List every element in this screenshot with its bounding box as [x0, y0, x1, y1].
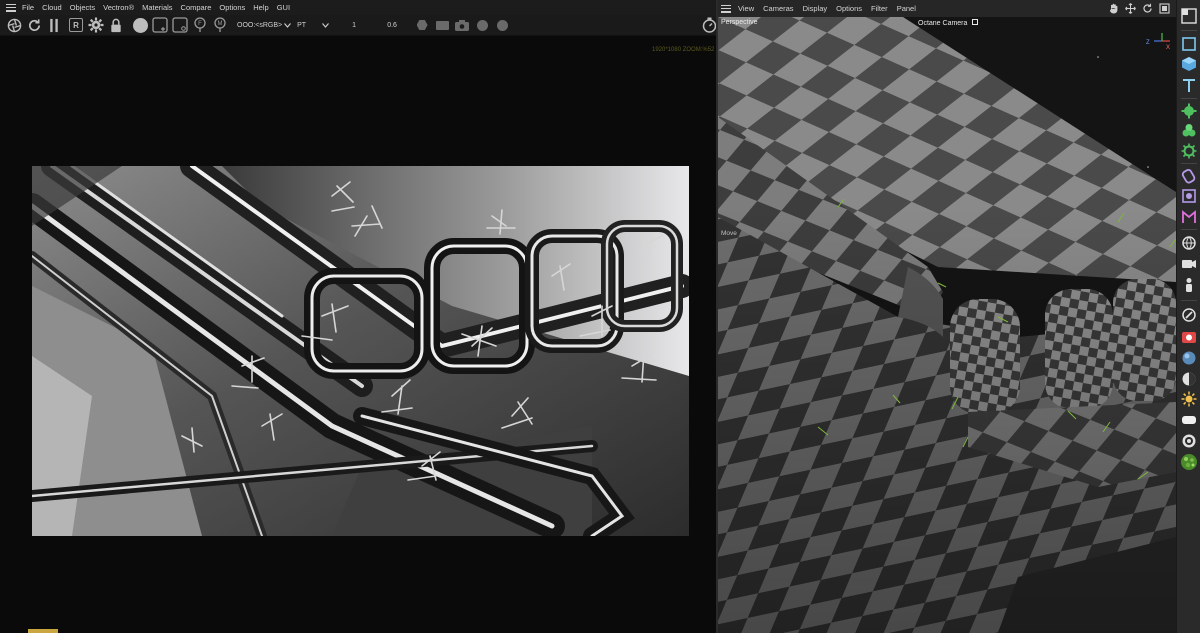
- kernel-select[interactable]: PT: [297, 17, 329, 33]
- sphere-light-icon[interactable]: [1179, 348, 1199, 368]
- menu-file[interactable]: File: [22, 3, 34, 12]
- field-icon[interactable]: [1179, 186, 1199, 206]
- moss-icon[interactable]: [1179, 452, 1199, 472]
- area-light-icon[interactable]: [1179, 410, 1199, 430]
- axis-z-label: Z: [1146, 40, 1150, 46]
- menu-objects[interactable]: Objects: [70, 3, 95, 12]
- menu-display[interactable]: Display: [803, 4, 828, 13]
- cloner-icon[interactable]: [1179, 121, 1199, 141]
- viewport-nav-icons: [1102, 3, 1170, 14]
- viewport-3d[interactable]: Perspective Octane Camera Move Z X: [718, 17, 1176, 633]
- render-preview-image: [32, 166, 689, 536]
- shader-icon[interactable]: [1179, 369, 1199, 389]
- svg-text:F: F: [198, 21, 202, 27]
- focus-picker-icon[interactable]: F: [192, 17, 208, 33]
- menu-cloud[interactable]: Cloud: [42, 3, 62, 12]
- menu-gui[interactable]: GUI: [277, 3, 290, 12]
- region-add-icon[interactable]: [152, 17, 168, 33]
- sphere-dim-icon[interactable]: [474, 17, 490, 33]
- move-arrows-icon[interactable]: [1125, 3, 1136, 14]
- camera-icon[interactable]: [1179, 254, 1199, 274]
- square-icon[interactable]: [1179, 34, 1199, 54]
- camera-name: Octane Camera: [918, 20, 968, 27]
- menu-cameras[interactable]: Cameras: [763, 4, 793, 13]
- gamma-value-field[interactable]: 0.6: [384, 17, 400, 33]
- menu-options[interactable]: Options: [219, 3, 245, 12]
- active-tool-label: Move: [721, 230, 737, 237]
- hamburger-menu-icon[interactable]: [721, 4, 731, 13]
- plane-dim-icon[interactable]: [434, 17, 450, 33]
- timeline-tab[interactable]: [28, 629, 58, 633]
- cube-icon[interactable]: [1179, 54, 1199, 74]
- object-palette: [1176, 0, 1200, 633]
- separator: [1181, 98, 1197, 99]
- svg-text:M: M: [218, 21, 223, 27]
- volume-icon[interactable]: [1179, 207, 1199, 227]
- colorspace-value: OOO:<sRGB>: [237, 21, 283, 29]
- generator-icon[interactable]: [1179, 101, 1199, 121]
- menu-panel[interactable]: Panel: [897, 4, 916, 13]
- render-resolution-info: 1920*1080 ZOOM:%52: [652, 47, 715, 53]
- separator: [1181, 229, 1197, 230]
- deformer-icon[interactable]: [1179, 141, 1199, 161]
- maximize-view-icon[interactable]: [1159, 3, 1170, 14]
- refresh-icon[interactable]: [26, 17, 42, 33]
- chevron-down-icon: [322, 22, 329, 28]
- menu-view[interactable]: View: [738, 4, 754, 13]
- dim-icon[interactable]: [494, 17, 510, 33]
- sample-value-field[interactable]: 1: [346, 17, 362, 33]
- sun-icon[interactable]: [1179, 389, 1199, 409]
- chevron-down-icon: [284, 22, 292, 28]
- separator: [1181, 300, 1197, 301]
- separator: [1181, 30, 1197, 31]
- active-camera-label[interactable]: Octane Camera: [918, 19, 979, 27]
- kernel-value: PT: [297, 21, 307, 29]
- octane-menubar: File Cloud Objects Vectron® Materials Co…: [0, 0, 716, 15]
- aperture-icon[interactable]: [6, 17, 22, 33]
- axis-gizmo: Z X: [1142, 31, 1172, 53]
- pause-icon[interactable]: [46, 17, 62, 33]
- hamburger-menu-icon[interactable]: [6, 3, 16, 12]
- restart-render-icon[interactable]: R: [68, 17, 84, 33]
- rotate-view-icon[interactable]: [1142, 3, 1153, 14]
- viewport-menubar: View Cameras Display Options Filter Pane…: [718, 0, 1176, 17]
- cube-add-icon[interactable]: [1179, 6, 1199, 26]
- axis-x-label: X: [1166, 45, 1170, 51]
- menu-help[interactable]: Help: [253, 3, 268, 12]
- target-icon[interactable]: [1179, 431, 1199, 451]
- material-picker-icon[interactable]: M: [212, 17, 228, 33]
- menu-options[interactable]: Options: [836, 4, 862, 13]
- scene-icon[interactable]: [1179, 233, 1199, 253]
- text-icon[interactable]: [1179, 75, 1199, 95]
- film-region-icon[interactable]: [172, 17, 188, 33]
- spline-icon[interactable]: [1179, 166, 1199, 186]
- stopwatch-icon[interactable]: [701, 17, 717, 33]
- tag-icon[interactable]: [1179, 305, 1199, 325]
- clay-mode-icon[interactable]: [132, 17, 148, 33]
- c4d-viewport-panel: View Cameras Display Options Filter Pane…: [718, 0, 1176, 633]
- menu-filter[interactable]: Filter: [871, 4, 888, 13]
- camera-link-icon: [972, 19, 979, 25]
- lock-icon[interactable]: [108, 17, 124, 33]
- render-icon[interactable]: [1179, 327, 1199, 347]
- camera-dim-icon[interactable]: [454, 17, 470, 33]
- menu-compare[interactable]: Compare: [181, 3, 212, 12]
- menu-materials[interactable]: Materials: [142, 3, 172, 12]
- cube-dim-icon[interactable]: [414, 17, 430, 33]
- octane-live-viewer: File Cloud Objects Vectron® Materials Co…: [0, 0, 716, 633]
- separator: [1181, 163, 1197, 164]
- view-name-label[interactable]: Perspective: [721, 19, 758, 26]
- menu-vectron[interactable]: Vectron®: [103, 3, 134, 12]
- colorspace-select[interactable]: OOO:<sRGB>: [237, 17, 292, 33]
- character-icon[interactable]: [1179, 275, 1199, 295]
- octane-toolbar: R F M OOO:<sRGB> PT 1 0.6: [0, 15, 716, 36]
- pan-hand-icon[interactable]: [1108, 3, 1119, 14]
- settings-gear-icon[interactable]: [88, 17, 104, 33]
